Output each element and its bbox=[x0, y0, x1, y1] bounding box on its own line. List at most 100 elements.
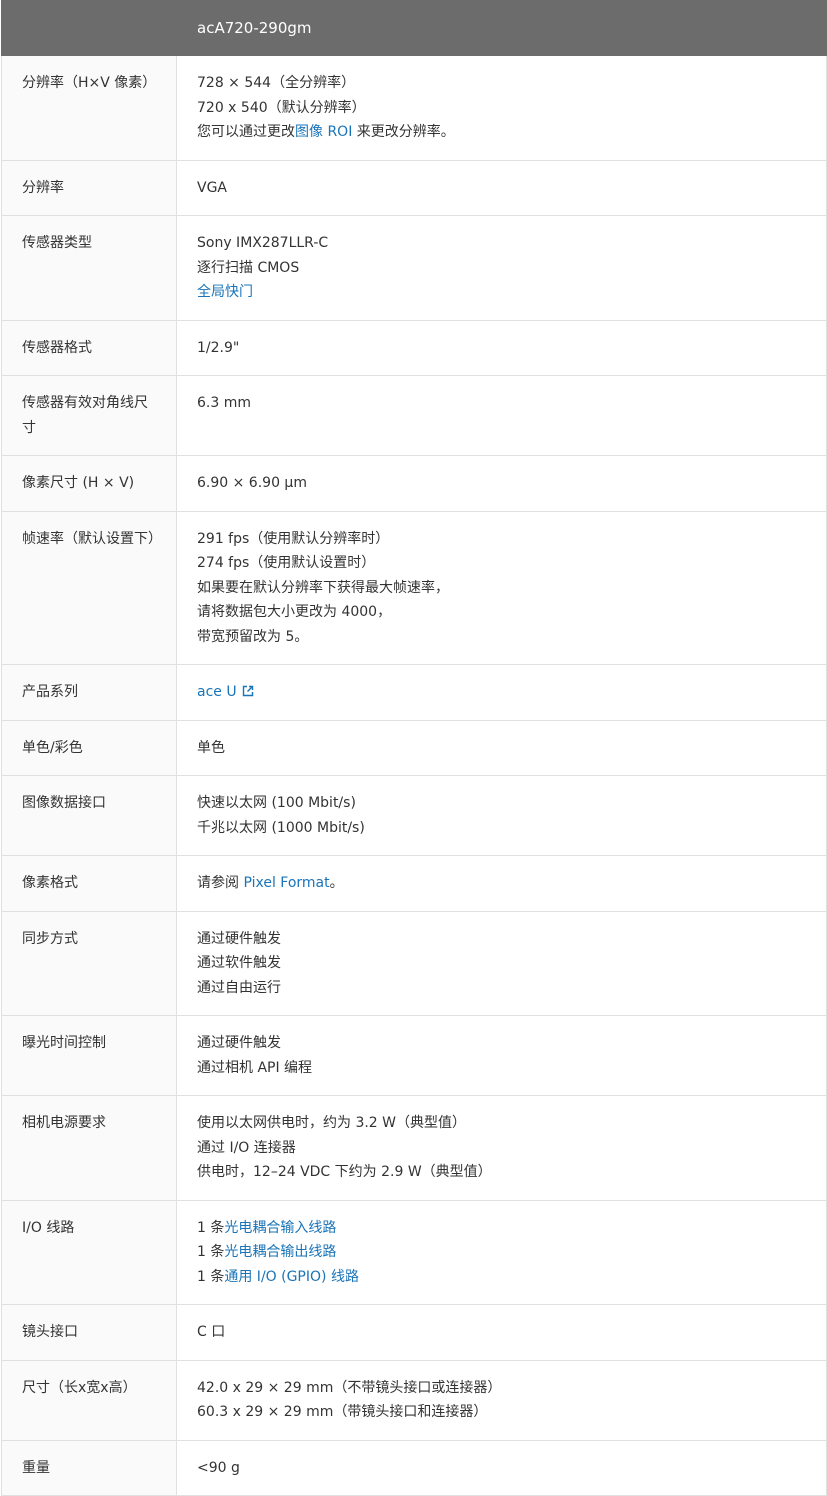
spec-link-text: ace U bbox=[197, 684, 237, 700]
spec-label: 重量 bbox=[1, 1439, 177, 1496]
spec-value-line: 1/2.9" bbox=[197, 336, 806, 361]
spec-value-text: 通过相机 API 编程 bbox=[197, 1059, 313, 1076]
header-model-name: acA720-290gm bbox=[176, 0, 827, 56]
spec-label: 分辨率（H×V 像素） bbox=[1, 55, 177, 161]
spec-link[interactable]: 光电耦合输入线路 bbox=[224, 1220, 336, 1236]
spec-label: 帧速率（默认设置下） bbox=[1, 510, 177, 665]
spec-value: 6.90 × 6.90 µm bbox=[176, 455, 827, 512]
spec-value-text: 单色 bbox=[197, 739, 225, 756]
spec-value-text: VGA bbox=[197, 179, 228, 196]
spec-value-line: 274 fps（使用默认设置时） bbox=[197, 551, 806, 576]
spec-value-text: 您可以通过更改 bbox=[197, 124, 295, 140]
spec-label: 产品系列 bbox=[1, 664, 177, 721]
spec-value-line: 1 条光电耦合输入线路 bbox=[197, 1216, 806, 1241]
spec-value-line: 千兆以太网 (1000 Mbit/s) bbox=[197, 816, 806, 841]
spec-value-text: 42.0 x 29 × 29 mm（不带镜头接口或连接器） bbox=[197, 1379, 502, 1396]
spec-link-text: 光电耦合输入线路 bbox=[224, 1219, 337, 1236]
spec-link[interactable]: Pixel Format bbox=[243, 875, 329, 891]
spec-value-line: 1 条通用 I/O (GPIO) 线路 bbox=[197, 1265, 806, 1290]
spec-value-line: 请参阅 Pixel Format。 bbox=[197, 871, 806, 896]
spec-value-text: Sony IMX287LLR-C bbox=[197, 235, 329, 251]
spec-link-text: 全局快门 bbox=[197, 284, 253, 300]
table-row: 尺寸（长x宽x高） 42.0 x 29 × 29 mm（不带镜头接口或连接器） 60… bbox=[1, 1359, 827, 1441]
spec-label: 同步方式 bbox=[1, 910, 177, 1016]
spec-value-line: 291 fps（使用默认分辨率时） bbox=[197, 527, 806, 552]
spec-value-line: 供电时，12–24 VDC 下约为 2.9 W（典型值） bbox=[197, 1160, 806, 1185]
external-link-icon bbox=[242, 685, 254, 697]
table-row: 曝光时间控制 通过硬件触发 通过相机 API 编程 bbox=[1, 1015, 827, 1096]
spec-value-line: C 口 bbox=[197, 1320, 806, 1345]
spec-value-line: <90 g bbox=[197, 1456, 806, 1481]
table-row: 分辨率（H×V 像素） 728 × 544（全分辨率） 720 x 540（默认分辨… bbox=[1, 55, 827, 161]
spec-value: C 口 bbox=[176, 1304, 827, 1361]
spec-value: 1 条光电耦合输入线路 1 条光电耦合输出线路 1 条通用 I/O (GPIO) 线… bbox=[176, 1199, 827, 1305]
spec-link[interactable]: 图像 ROI bbox=[295, 124, 352, 140]
spec-value-text: 1 条 bbox=[197, 1268, 225, 1285]
table-row: 重量 <90 g bbox=[1, 1439, 827, 1496]
spec-label: 单色/彩色 bbox=[1, 719, 177, 776]
spec-value: 单色 bbox=[176, 719, 827, 776]
spec-value-text: <90 g bbox=[197, 1459, 240, 1476]
spec-value-line: 通过硬件触发 bbox=[197, 1031, 806, 1056]
spec-value: <90 g bbox=[176, 1439, 827, 1496]
spec-value-text: 请参阅 bbox=[197, 875, 244, 891]
table-row: 传感器有效对角线尺寸 6.3 mm bbox=[1, 375, 827, 456]
spec-value-text: 快速以太网 (100 Mbit/s) bbox=[197, 795, 356, 811]
spec-value-text: 通过软件触发 bbox=[197, 955, 281, 971]
table-row: I/O 线路 1 条光电耦合输入线路 1 条光电耦合输出线路 1 条通用 I/O (G… bbox=[1, 1199, 827, 1305]
table-row: 帧速率（默认设置下） 291 fps（使用默认分辨率时） 274 fps（使用默认设… bbox=[1, 510, 827, 665]
spec-link-text: 图像 ROI bbox=[295, 124, 353, 140]
table-row: 同步方式 通过硬件触发 通过软件触发 通过自由运行 bbox=[1, 910, 827, 1016]
spec-value: 请参阅 Pixel Format。 bbox=[176, 855, 827, 912]
spec-value-line: 请将数据包大小更改为 4000， bbox=[197, 600, 806, 625]
table-row: 镜头接口 C 口 bbox=[1, 1304, 827, 1361]
spec-value-line: 全局快门 bbox=[197, 280, 806, 305]
spec-value-text: 通过自由运行 bbox=[197, 979, 281, 996]
spec-value: Sony IMX287LLR-C 逐行扫描 CMOS 全局快门 bbox=[176, 215, 827, 321]
spec-value-text: 6.3 mm bbox=[197, 395, 251, 411]
spec-value-text: 通过硬件触发 bbox=[197, 1035, 281, 1051]
header-label-cell bbox=[1, 0, 177, 56]
spec-link[interactable]: 光电耦合输出线路 bbox=[224, 1244, 336, 1260]
spec-value-text: 千兆以太网 (1000 Mbit/s) bbox=[197, 819, 365, 836]
spec-value: 6.3 mm bbox=[176, 375, 827, 456]
spec-value-text: 逐行扫描 CMOS bbox=[197, 259, 300, 276]
spec-value-text: 1 条 bbox=[197, 1219, 225, 1236]
spec-value-line: 快速以太网 (100 Mbit/s) bbox=[197, 791, 806, 816]
spec-value-text: 。 bbox=[329, 875, 344, 891]
spec-link[interactable]: 全局快门 bbox=[197, 284, 253, 300]
specifications-table: acA720-290gm 分辨率（H×V 像素） 728 × 544（全分辨率） 7… bbox=[1, 0, 827, 1496]
spec-link[interactable]: ace U bbox=[197, 684, 254, 700]
spec-value: 728 × 544（全分辨率） 720 x 540（默认分辨率） 您可以通过更改图像… bbox=[176, 55, 827, 161]
spec-value-line: 您可以通过更改图像 ROI 来更改分辨率。 bbox=[197, 120, 806, 145]
spec-value-line: VGA bbox=[197, 176, 806, 201]
spec-value-line: 单色 bbox=[197, 736, 806, 761]
table-row: 单色/彩色 单色 bbox=[1, 719, 827, 776]
spec-value-text: 通过 I/O 连接器 bbox=[197, 1139, 296, 1156]
table-row: 传感器类型 Sony IMX287LLR-C 逐行扫描 CMOS 全局快门 bbox=[1, 215, 827, 321]
spec-value-text: 通过硬件触发 bbox=[197, 930, 281, 947]
table-row: 像素尺寸 (H × V) 6.90 × 6.90 µm bbox=[1, 455, 827, 512]
spec-value-line: 6.90 × 6.90 µm bbox=[197, 471, 806, 496]
spec-label: 相机电源要求 bbox=[1, 1095, 177, 1201]
spec-value-line: ace U bbox=[197, 680, 806, 705]
table-row: 像素格式 请参阅 Pixel Format。 bbox=[1, 855, 827, 912]
spec-value-text: 请将数据包大小更改为 4000， bbox=[197, 604, 392, 620]
spec-value: VGA bbox=[176, 159, 827, 216]
spec-value-line: 如果要在默认分辨率下获得最大帧速率， bbox=[197, 576, 806, 601]
spec-value-text: 274 fps（使用默认设置时） bbox=[197, 555, 376, 571]
spec-value-text: 6.90 × 6.90 µm bbox=[197, 475, 307, 491]
spec-value-line: 通过自由运行 bbox=[197, 976, 806, 1001]
spec-label: 图像数据接口 bbox=[1, 775, 177, 856]
spec-value: 291 fps（使用默认分辨率时） 274 fps（使用默认设置时） 如果要在默认分… bbox=[176, 510, 827, 665]
spec-value-text: 728 × 544（全分辨率） bbox=[197, 75, 356, 91]
spec-link[interactable]: 通用 I/O (GPIO) 线路 bbox=[224, 1269, 359, 1285]
spec-value-line: 通过硬件触发 bbox=[197, 927, 806, 952]
table-row: 传感器格式 1/2.9" bbox=[1, 319, 827, 376]
spec-value-text: C 口 bbox=[197, 1324, 226, 1340]
table-row: 相机电源要求 使用以太网供电时，约为 3.2 W（典型值） 通过 I/O 连接器 供电… bbox=[1, 1095, 827, 1201]
spec-value-line: 通过软件触发 bbox=[197, 951, 806, 976]
spec-value-text: 如果要在默认分辨率下获得最大帧速率， bbox=[197, 579, 449, 596]
spec-label: 分辨率 bbox=[1, 159, 177, 216]
spec-value: 42.0 x 29 × 29 mm（不带镜头接口或连接器） 60.3 x 29 ×… bbox=[176, 1359, 827, 1441]
